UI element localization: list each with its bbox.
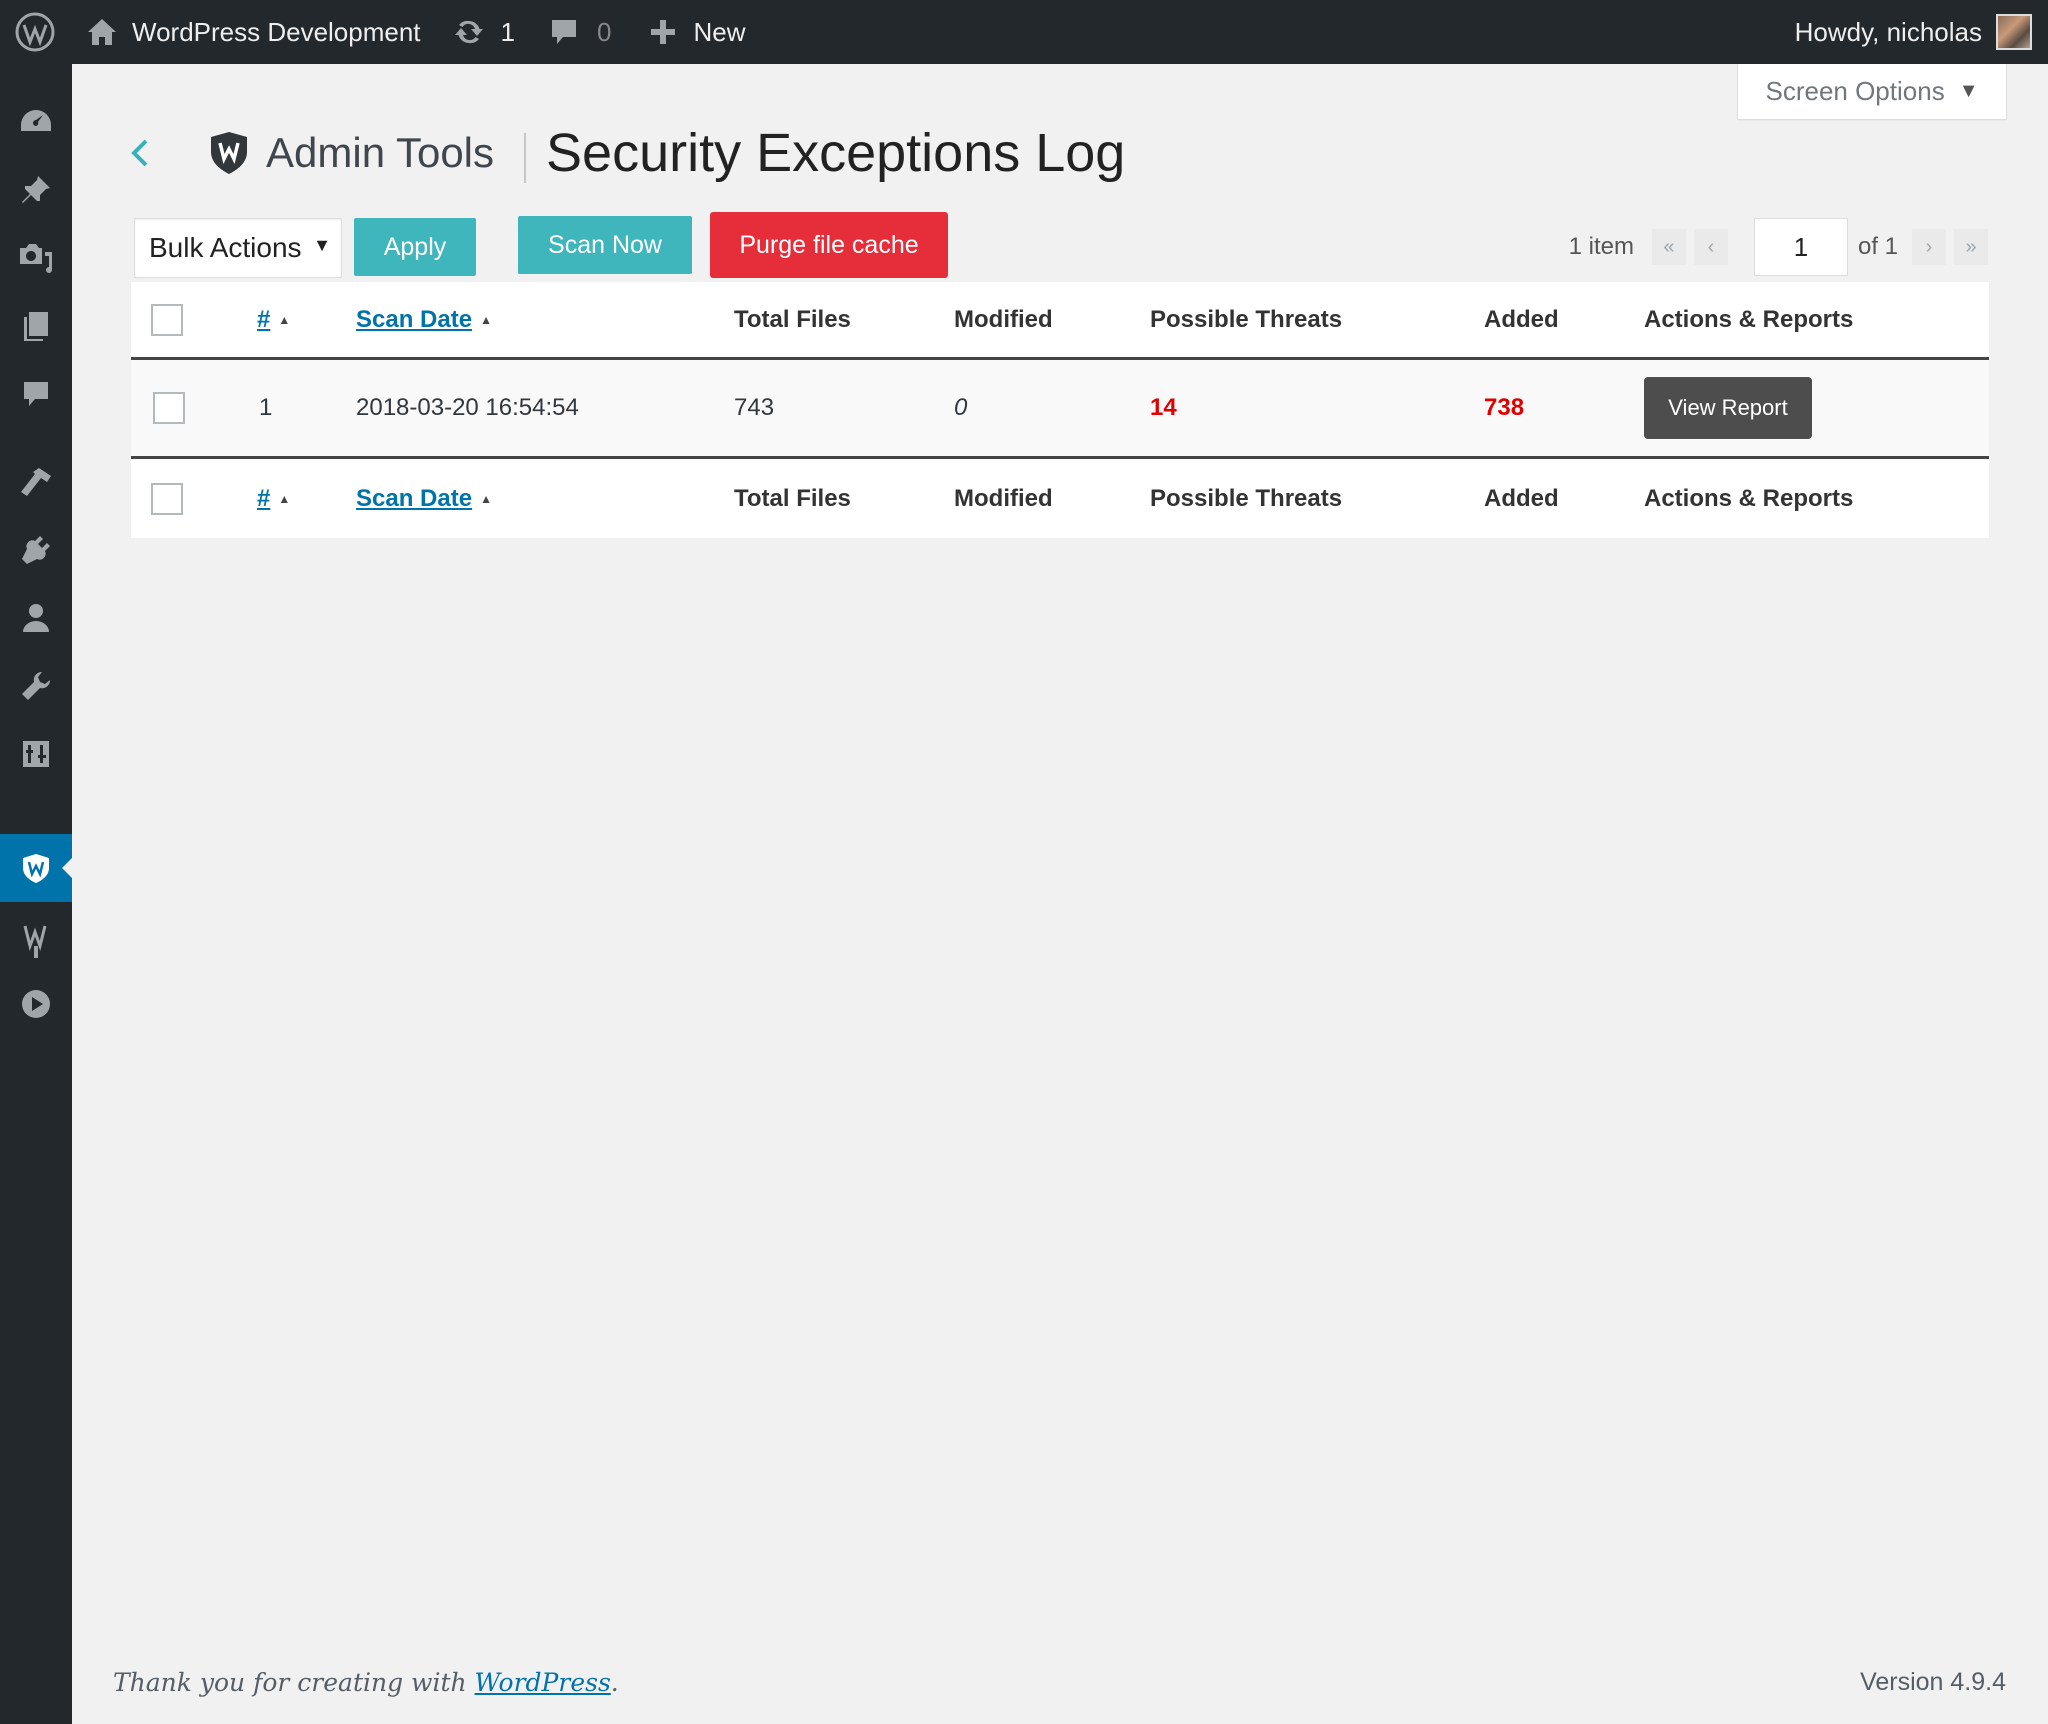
row-scan-date: 2018-03-20 16:54:54 (356, 394, 579, 421)
admin-tools-menu-icon[interactable] (0, 834, 72, 902)
row-actions: View Report (1644, 360, 1812, 456)
total-files-column-header: Total Files (734, 305, 851, 333)
sort-up-icon: ▲ (480, 491, 492, 506)
current-page-input[interactable]: 1 (1753, 218, 1848, 276)
next-page-button: › (1912, 229, 1946, 265)
play-icon[interactable] (0, 976, 72, 1032)
total-files-column-footer: Total Files (734, 484, 851, 512)
threats-column-footer: Possible Threats (1150, 484, 1343, 512)
item-count: 1 item (1568, 233, 1634, 260)
chevron-left-icon[interactable] (128, 137, 168, 169)
row-modified: 0 (954, 394, 968, 421)
id-sort-link[interactable]: # (257, 485, 270, 513)
comments-link[interactable]: 0 (549, 0, 611, 64)
bulk-actions-select[interactable]: Bulk Actions ▼ (134, 218, 342, 278)
screen-options-label: Screen Options (1765, 76, 1945, 106)
sort-up-icon: ▲ (278, 491, 291, 506)
site-name-label: WordPress Development (132, 16, 421, 47)
view-report-button[interactable]: View Report (1644, 377, 1812, 439)
row-total-files: 743 (734, 394, 775, 421)
modified-column-header: Modified (954, 305, 1053, 333)
prev-page-button: ‹ (1693, 229, 1728, 265)
apply-button[interactable]: Apply (354, 218, 476, 276)
select-all-cell (151, 459, 183, 538)
admin-sidebar (0, 64, 72, 1724)
howdy-label: Howdy, nicholas (1794, 16, 1982, 47)
screen-options-button[interactable]: Screen Options ▼ (1737, 64, 2007, 120)
comments-menu-icon[interactable] (0, 366, 72, 422)
threats-column-header: Possible Threats (1150, 305, 1343, 333)
admin-bar: WordPress Development 1 0 New Howdy, nic… (0, 0, 2048, 64)
brand-name: Admin Tools (266, 129, 495, 176)
added-column-header: Added (1484, 305, 1559, 333)
pages-icon[interactable] (0, 298, 72, 354)
footer-version: Version 4.9.4 (1860, 1668, 2006, 1696)
row-id: 1 (259, 394, 273, 421)
table-footer-row: # ▲ Scan Date ▲ Total Files Modified Possi… (131, 456, 1989, 538)
comment-icon (552, 20, 576, 44)
purge-file-cache-button[interactable]: Purge file cache (710, 212, 948, 278)
scans-table: # ▲ Scan Date ▲ Total Files Modified Possi… (131, 282, 1989, 538)
actions-column-header: Actions & Reports (1644, 305, 1854, 333)
users-icon[interactable] (0, 590, 72, 646)
admin-tools-logo-icon (208, 130, 250, 176)
plugins-icon[interactable] (0, 522, 72, 578)
refresh-icon (454, 20, 483, 44)
scan-date-sort-link[interactable]: Scan Date (356, 485, 472, 513)
bulk-actions-value: Bulk Actions (149, 232, 302, 263)
id-sort-link[interactable]: # (257, 306, 270, 334)
wordpress-logo-icon[interactable] (0, 0, 70, 64)
appearance-icon[interactable] (0, 454, 72, 510)
footer-thanks: Thank you for creating with WordPress. (113, 1668, 619, 1697)
row-checkbox[interactable] (153, 392, 185, 424)
row-possible-threats: 14 (1150, 394, 1177, 421)
id-column-header[interactable]: # ▲ (257, 282, 290, 357)
wordfence-icon[interactable] (0, 914, 72, 970)
table-row: 1 2018-03-20 16:54:54 743 0 14 738 View … (131, 360, 1989, 456)
scan-date-column-footer[interactable]: Scan Date ▲ (356, 459, 492, 538)
my-account-link[interactable]: Howdy, nicholas (1795, 0, 2032, 64)
page-header: Admin Tools Security Exceptions Log (128, 118, 1125, 188)
scan-now-button[interactable]: Scan Now (518, 216, 692, 274)
row-select-cell (153, 360, 185, 456)
dashboard-icon[interactable] (0, 94, 72, 150)
new-label: New (693, 16, 746, 47)
updates-count: 1 (500, 16, 515, 47)
settings-icon[interactable] (0, 726, 72, 782)
media-icon[interactable] (0, 230, 72, 286)
page-title: Security Exceptions Log (546, 123, 1126, 183)
wordpress-link[interactable]: WordPress (475, 1668, 611, 1697)
title-separator (524, 133, 527, 183)
footer-thanks-suffix: . (610, 1668, 619, 1697)
sort-up-icon: ▲ (480, 312, 492, 327)
select-all-checkbox[interactable] (151, 303, 183, 336)
scan-date-sort-link[interactable]: Scan Date (356, 306, 472, 334)
actions-column-footer: Actions & Reports (1644, 484, 1854, 512)
comments-count: 0 (597, 16, 612, 47)
plus-icon (651, 20, 676, 44)
select-all-checkbox[interactable] (151, 482, 183, 515)
added-column-footer: Added (1484, 484, 1559, 512)
last-page-button: » (1954, 229, 1988, 265)
avatar (1996, 14, 2032, 50)
site-name-link[interactable]: WordPress Development (70, 0, 421, 64)
total-pages: of 1 (1857, 233, 1898, 260)
first-page-button: « (1651, 229, 1686, 265)
select-all-cell (151, 282, 183, 357)
footer-thanks-prefix: Thank you for creating with (113, 1668, 475, 1697)
pin-icon[interactable] (0, 162, 72, 218)
new-content-link[interactable]: New (649, 0, 745, 64)
sort-up-icon: ▲ (278, 312, 291, 327)
updates-link[interactable]: 1 (453, 0, 515, 64)
caret-down-icon: ▼ (313, 235, 331, 255)
home-icon (88, 19, 116, 45)
id-column-footer[interactable]: # ▲ (257, 459, 290, 538)
table-header-row: # ▲ Scan Date ▲ Total Files Modified Possi… (131, 282, 1989, 360)
row-added: 738 (1484, 394, 1525, 421)
scan-date-column-header[interactable]: Scan Date ▲ (356, 282, 492, 357)
modified-column-footer: Modified (954, 484, 1053, 512)
caret-down-icon: ▼ (1958, 80, 1979, 102)
pagination: 1 item « ‹ 1 of 1 › » (1569, 218, 1992, 276)
tools-icon[interactable] (0, 658, 72, 714)
